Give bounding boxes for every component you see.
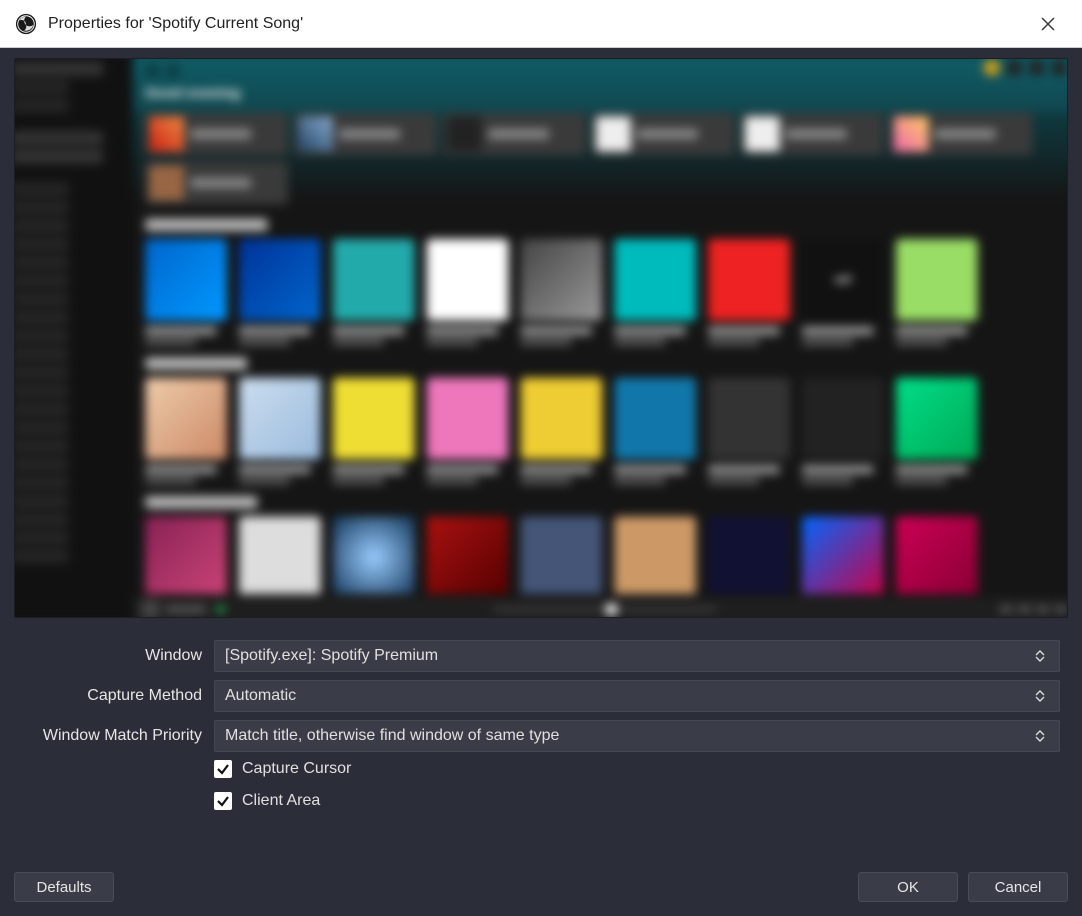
- match-priority-label: Window Match Priority: [14, 727, 214, 745]
- updown-icon: [1029, 690, 1051, 702]
- capture-cursor-label: Capture Cursor: [242, 760, 351, 778]
- close-icon: [1041, 17, 1055, 31]
- match-priority-value: Match title, otherwise find window of sa…: [225, 727, 1029, 745]
- capture-method-label: Capture Method: [14, 687, 214, 705]
- cancel-button[interactable]: Cancel: [968, 872, 1068, 902]
- window-select[interactable]: [Spotify.exe]: Spotify Premium: [214, 640, 1060, 672]
- dialog-button-row: Defaults OK Cancel: [14, 842, 1068, 902]
- dialog-body: Good evening: [0, 48, 1082, 916]
- updown-icon: [1029, 730, 1051, 742]
- window-select-value: [Spotify.exe]: Spotify Premium: [225, 647, 1029, 665]
- capture-method-select[interactable]: Automatic: [214, 680, 1060, 712]
- properties-form: Window [Spotify.exe]: Spotify Premium Ca…: [14, 640, 1068, 810]
- capture-method-value: Automatic: [225, 687, 1029, 705]
- title-bar: Properties for 'Spotify Current Song': [0, 0, 1082, 48]
- updown-icon: [1029, 650, 1051, 662]
- defaults-button[interactable]: Defaults: [14, 872, 114, 902]
- window-label: Window: [14, 647, 214, 665]
- client-area-checkbox[interactable]: [214, 792, 232, 810]
- close-button[interactable]: [1028, 4, 1068, 44]
- check-icon: [216, 762, 230, 776]
- dialog-title: Properties for 'Spotify Current Song': [48, 15, 303, 33]
- capture-preview: Good evening: [14, 58, 1068, 618]
- obs-logo-icon: [14, 12, 38, 36]
- ok-button[interactable]: OK: [858, 872, 958, 902]
- capture-cursor-checkbox[interactable]: [214, 760, 232, 778]
- spotify-window-preview: Good evening: [14, 58, 1068, 618]
- match-priority-select[interactable]: Match title, otherwise find window of sa…: [214, 720, 1060, 752]
- check-icon: [216, 794, 230, 808]
- client-area-label: Client Area: [242, 792, 320, 810]
